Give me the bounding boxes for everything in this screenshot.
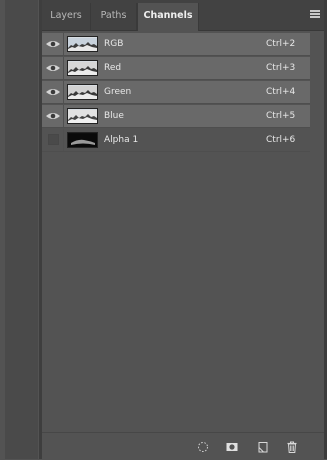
new-channel-icon[interactable] [256,439,270,453]
channel-name: RGB [104,39,124,49]
eye-icon [46,65,60,71]
visibility-toggle[interactable] [42,105,62,127]
channel-shortcut: Ctrl+2 [266,39,296,49]
scrollbar-track[interactable] [312,31,324,431]
channel-thumbnail [67,60,98,76]
channel-shortcut: Ctrl+5 [266,111,296,121]
eye-icon [46,89,60,95]
channel-list: RGB Ctrl+2 Red Ctrl+3 Green Ctrl+4 Blue … [42,33,312,153]
trash-icon[interactable] [285,439,299,453]
save-selection-icon[interactable] [225,439,239,453]
visibility-toggle[interactable] [42,57,62,79]
channel-row-rgb[interactable]: RGB Ctrl+2 [42,33,310,56]
tab-layers[interactable]: Layers [42,3,91,30]
channel-name: Alpha 1 [104,135,139,145]
eye-icon [46,41,60,47]
visibility-toggle[interactable] [42,81,62,103]
channel-thumbnail [67,108,98,124]
channel-name: Green [104,87,132,97]
channel-thumbnail [67,84,98,100]
row-separator [63,57,64,79]
tab-channels[interactable]: Channels [137,3,199,31]
channel-row-alpha-1[interactable]: Alpha 1 Ctrl+6 [42,129,310,152]
row-separator [63,33,64,55]
channel-shortcut: Ctrl+6 [266,135,296,145]
channel-row-red[interactable]: Red Ctrl+3 [42,57,310,80]
panel-menu-icon[interactable] [310,10,320,18]
row-separator [63,105,64,127]
tab-paths[interactable]: Paths [91,3,137,30]
channel-name: Blue [104,111,124,121]
channel-row-green[interactable]: Green Ctrl+4 [42,81,310,104]
row-separator [63,81,64,103]
visibility-toggle[interactable] [42,33,62,55]
channel-shortcut: Ctrl+3 [266,63,296,73]
row-separator [63,129,64,151]
channel-row-blue[interactable]: Blue Ctrl+5 [42,105,310,128]
channel-thumbnail [67,36,98,52]
load-selection-icon[interactable] [196,439,210,453]
toolbar-well [5,0,38,459]
visibility-toggle[interactable] [42,129,62,151]
channel-thumbnail [67,132,98,148]
visibility-empty-box [48,134,59,145]
eye-icon [46,113,60,119]
workspace-left-strip [0,0,40,459]
panel-tabbar: Layers Paths Channels [42,0,324,31]
channel-name: Red [104,63,122,73]
channel-shortcut: Ctrl+4 [266,87,296,97]
panel-bottom-toolbar [42,432,324,460]
channels-panel: Layers Paths Channels RGB Ctrl+2 Red Ctr… [42,0,324,460]
